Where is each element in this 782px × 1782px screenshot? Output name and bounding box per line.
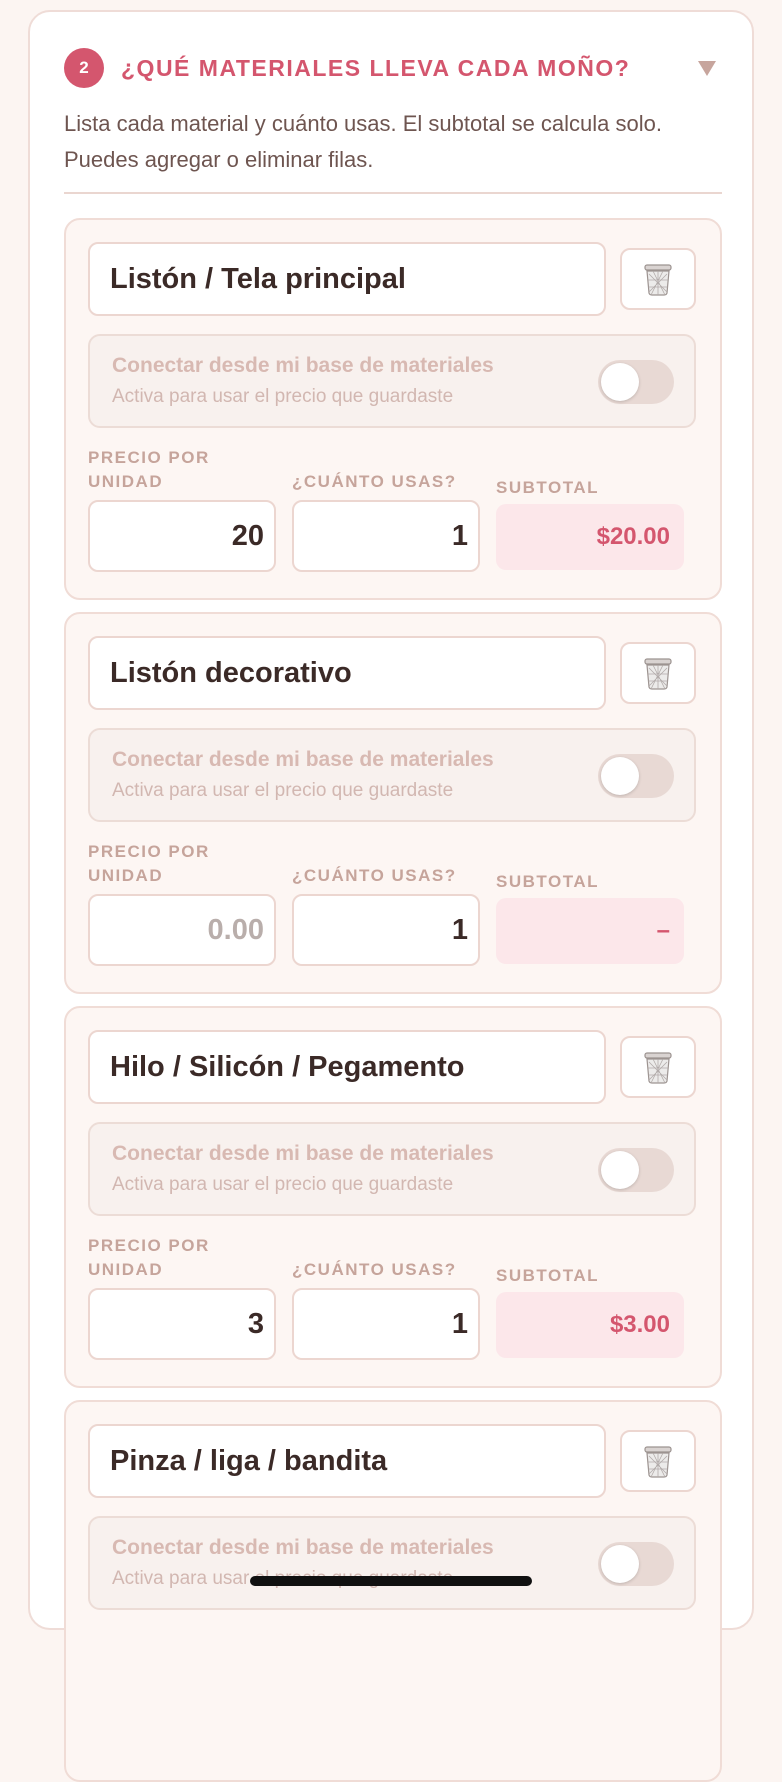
caret-down-icon[interactable] [698, 60, 716, 76]
section-description: Lista cada material y cuánto usas. El su… [64, 111, 662, 172]
trash-icon [644, 1446, 672, 1478]
connect-database-panel: Conectar desde mi base de materiales Act… [88, 1122, 696, 1216]
connect-database-toggle[interactable] [598, 754, 674, 798]
section-header[interactable]: 2 ¿QUÉ MATERIALES LLEVA CADA MOÑO? [64, 48, 722, 88]
price-input[interactable]: 3 [88, 1288, 276, 1360]
connect-title: Conectar desde mi base de materiales [112, 1142, 494, 1165]
price-label-line2: UNIDAD [88, 472, 164, 491]
connect-database-toggle[interactable] [598, 1148, 674, 1192]
connect-database-panel: Conectar desde mi base de materiales Act… [88, 728, 696, 822]
material-row: Listón decorativo Conectar desde mi base… [64, 612, 722, 994]
connect-title: Conectar desde mi base de materiales [112, 354, 494, 377]
connect-database-toggle[interactable] [598, 1542, 674, 1586]
material-name-input[interactable]: Hilo / Silicón / Pegamento [88, 1030, 606, 1104]
price-label-line1: PRECIO POR [88, 1236, 210, 1255]
section-title: ¿QUÉ MATERIALES LLEVA CADA MOÑO? [121, 54, 631, 81]
subtotal-value: – [496, 898, 684, 964]
divider [64, 192, 722, 194]
quantity-input[interactable]: 1 [292, 1288, 480, 1360]
price-input[interactable]: 0.00 [88, 894, 276, 966]
subtotal-label: SUBTOTAL [496, 478, 599, 497]
materials-section-card: 2 ¿QUÉ MATERIALES LLEVA CADA MOÑO? Lista… [28, 10, 754, 1782]
toggle-knob [601, 1151, 639, 1189]
connect-database-panel: Conectar desde mi base de materiales Act… [88, 1516, 696, 1610]
delete-material-button[interactable] [620, 248, 696, 310]
home-indicator [250, 1576, 532, 1586]
material-row: Hilo / Silicón / Pegamento Conectar desd… [64, 1006, 722, 1388]
toggle-knob [601, 363, 639, 401]
material-name-input[interactable]: Listón / Tela principal [88, 242, 606, 316]
trash-icon [644, 1052, 672, 1084]
step-number-badge: 2 [64, 48, 104, 88]
delete-material-button[interactable] [620, 1036, 696, 1098]
price-label-line1: PRECIO POR [88, 842, 210, 861]
price-label-line2: UNIDAD [88, 866, 164, 885]
quantity-label: ¿CUÁNTO USAS? [292, 472, 457, 491]
quantity-input[interactable]: 1 [292, 894, 480, 966]
connect-subtitle: Activa para usar el precio que guardaste [112, 1174, 454, 1195]
subtotal-value: $3.00 [496, 1292, 684, 1358]
trash-icon [644, 264, 672, 296]
delete-material-button[interactable] [620, 642, 696, 704]
material-row: Pinza / liga / bandita Conectar desde mi… [64, 1400, 722, 1782]
toggle-knob [601, 757, 639, 795]
material-name-input[interactable]: Listón decorativo [88, 636, 606, 710]
connect-subtitle: Activa para usar el precio que guardaste [112, 386, 454, 407]
material-row: Listón / Tela principal Conectar desde m… [64, 218, 722, 600]
price-label-line1: PRECIO POR [88, 448, 210, 467]
quantity-label: ¿CUÁNTO USAS? [292, 1260, 457, 1279]
price-label: PRECIO POR UNIDAD [88, 446, 210, 494]
connect-title: Conectar desde mi base de materiales [112, 1536, 494, 1559]
toggle-knob [601, 1545, 639, 1583]
price-label-line2: UNIDAD [88, 1260, 164, 1279]
subtotal-label: SUBTOTAL [496, 1266, 599, 1285]
subtotal-value: $20.00 [496, 504, 684, 570]
connect-database-toggle[interactable] [598, 360, 674, 404]
material-name-input[interactable]: Pinza / liga / bandita [88, 1424, 606, 1498]
trash-icon [644, 658, 672, 690]
connect-title: Conectar desde mi base de materiales [112, 748, 494, 771]
connect-database-panel: Conectar desde mi base de materiales Act… [88, 334, 696, 428]
delete-material-button[interactable] [620, 1430, 696, 1492]
price-label: PRECIO POR UNIDAD [88, 840, 210, 888]
quantity-input[interactable]: 1 [292, 500, 480, 572]
price-label: PRECIO POR UNIDAD [88, 1234, 210, 1282]
subtotal-label: SUBTOTAL [496, 872, 599, 891]
connect-subtitle: Activa para usar el precio que guardaste [112, 780, 454, 801]
quantity-label: ¿CUÁNTO USAS? [292, 866, 457, 885]
price-input[interactable]: 20 [88, 500, 276, 572]
